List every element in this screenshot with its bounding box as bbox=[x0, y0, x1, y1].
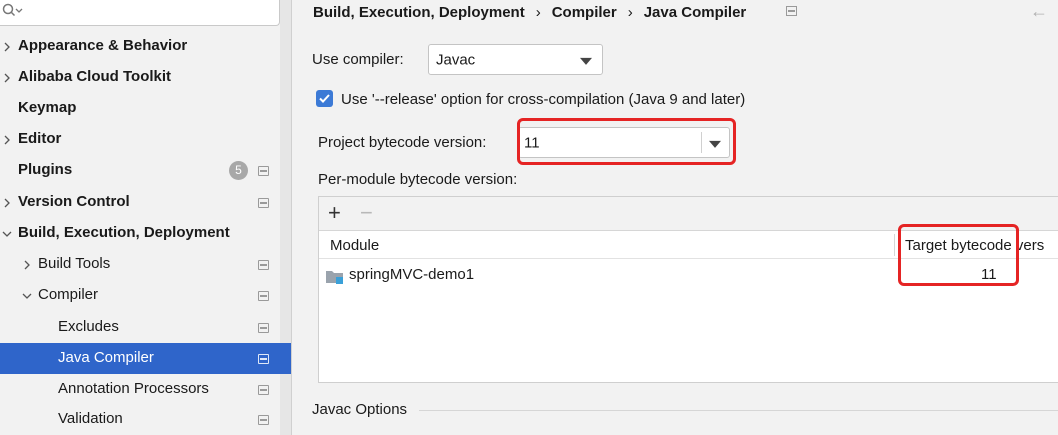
sidebar-item-build-execution-deployment[interactable]: Build, Execution, Deployment bbox=[0, 218, 291, 249]
sidebar-item-keymap[interactable]: Keymap bbox=[0, 93, 291, 124]
sidebar-item-java-compiler[interactable]: Java Compiler bbox=[0, 343, 291, 374]
project-scope-icon bbox=[258, 415, 269, 425]
sidebar-item-alibaba-cloud-toolkit[interactable]: Alibaba Cloud Toolkit bbox=[0, 62, 291, 93]
sidebar-item-label: Appearance & Behavior bbox=[18, 37, 188, 54]
content-pane: Build, Execution, Deployment › Compiler … bbox=[292, 0, 1058, 435]
sidebar-item-label: Plugins bbox=[18, 161, 73, 178]
project-scope-icon bbox=[258, 166, 269, 176]
sidebar-item-editor[interactable]: Editor bbox=[0, 124, 291, 155]
use-compiler-select[interactable]: Javac bbox=[428, 44, 603, 75]
sidebar-item-build-tools[interactable]: Build Tools bbox=[0, 249, 291, 280]
settings-search-input[interactable] bbox=[0, 0, 280, 26]
release-option-checkbox[interactable] bbox=[316, 90, 333, 107]
project-scope-icon bbox=[258, 260, 269, 270]
check-icon bbox=[319, 94, 330, 103]
highlight-box-project-bytecode bbox=[517, 118, 736, 165]
sidebar-item-label: Excludes bbox=[58, 318, 119, 335]
sidebar-item-label: Java Compiler bbox=[58, 349, 154, 366]
project-scope-icon bbox=[258, 198, 269, 208]
project-scope-icon bbox=[258, 385, 269, 395]
chevron-right-icon[interactable] bbox=[2, 198, 12, 208]
breadcrumb-separator: › bbox=[627, 3, 633, 21]
use-compiler-value: Javac bbox=[436, 51, 476, 68]
chevron-right-icon[interactable] bbox=[2, 42, 12, 52]
javac-options-heading: Javac Options bbox=[312, 401, 408, 418]
sidebar-item-validation[interactable]: Validation bbox=[0, 404, 291, 435]
sidebar-item-excludes[interactable]: Excludes bbox=[0, 312, 291, 343]
back-arrow-icon[interactable]: ← bbox=[1030, 1, 1048, 22]
release-option-label[interactable]: Use '--release' option for cross-compila… bbox=[341, 91, 745, 108]
breadcrumb-item-build[interactable]: Build, Execution, Deployment bbox=[313, 4, 525, 21]
plugins-update-badge: 5 bbox=[229, 161, 248, 180]
column-header-module-label: Module bbox=[330, 236, 380, 254]
use-compiler-label: Use compiler: bbox=[312, 51, 404, 68]
sidebar-item-label: Annotation Processors bbox=[58, 380, 209, 397]
breadcrumb: Build, Execution, Deployment › Compiler … bbox=[313, 1, 746, 23]
per-module-label: Per-module bytecode version: bbox=[318, 171, 518, 188]
chevron-right-icon[interactable] bbox=[2, 135, 12, 145]
sidebar-item-version-control[interactable]: Version Control bbox=[0, 187, 291, 218]
sidebar-item-label: Editor bbox=[18, 130, 62, 147]
add-module-button[interactable]: + bbox=[328, 201, 341, 225]
highlight-box-target-bytecode bbox=[898, 224, 1019, 286]
sidebar-item-label: Build Tools bbox=[38, 255, 111, 272]
settings-sidebar: Appearance & Behavior Alibaba Cloud Toolk… bbox=[0, 0, 291, 435]
sidebar-item-appearance-behavior[interactable]: Appearance & Behavior bbox=[0, 31, 291, 62]
sidebar-item-plugins[interactable]: Plugins 5 bbox=[0, 155, 291, 186]
chevron-down-icon[interactable] bbox=[2, 229, 12, 239]
project-scope-icon bbox=[258, 291, 269, 301]
breadcrumb-item-compiler[interactable]: Compiler bbox=[552, 4, 617, 21]
table-row-module[interactable]: springMVC-demo1 bbox=[349, 266, 474, 283]
sidebar-item-label: Version Control bbox=[18, 193, 130, 210]
sidebar-item-compiler[interactable]: Compiler bbox=[0, 280, 291, 311]
chevron-right-icon[interactable] bbox=[22, 260, 32, 270]
sidebar-item-label: Keymap bbox=[18, 99, 77, 116]
sidebar-item-label: Compiler bbox=[38, 286, 99, 303]
chevron-down-icon bbox=[580, 57, 592, 65]
project-scope-icon bbox=[258, 323, 269, 333]
search-icon bbox=[2, 3, 23, 17]
breadcrumb-item-java-compiler: Java Compiler bbox=[643, 3, 747, 21]
project-bytecode-label: Project bytecode version: bbox=[318, 134, 487, 151]
breadcrumb-separator: › bbox=[535, 3, 541, 21]
module-folder-icon bbox=[326, 271, 343, 284]
sidebar-item-label: Validation bbox=[58, 410, 123, 427]
section-divider bbox=[419, 410, 1058, 411]
sidebar-item-label: Alibaba Cloud Toolkit bbox=[18, 68, 172, 85]
chevron-down-icon[interactable] bbox=[22, 291, 32, 301]
sidebar-item-label: Build, Execution, Deployment bbox=[18, 224, 230, 241]
project-scope-icon bbox=[258, 354, 269, 364]
project-scope-icon bbox=[786, 6, 797, 16]
chevron-right-icon[interactable] bbox=[2, 73, 12, 83]
sidebar-item-annotation-processors[interactable]: Annotation Processors bbox=[0, 374, 291, 405]
remove-module-button[interactable]: − bbox=[360, 201, 373, 225]
column-separator[interactable] bbox=[894, 234, 895, 256]
